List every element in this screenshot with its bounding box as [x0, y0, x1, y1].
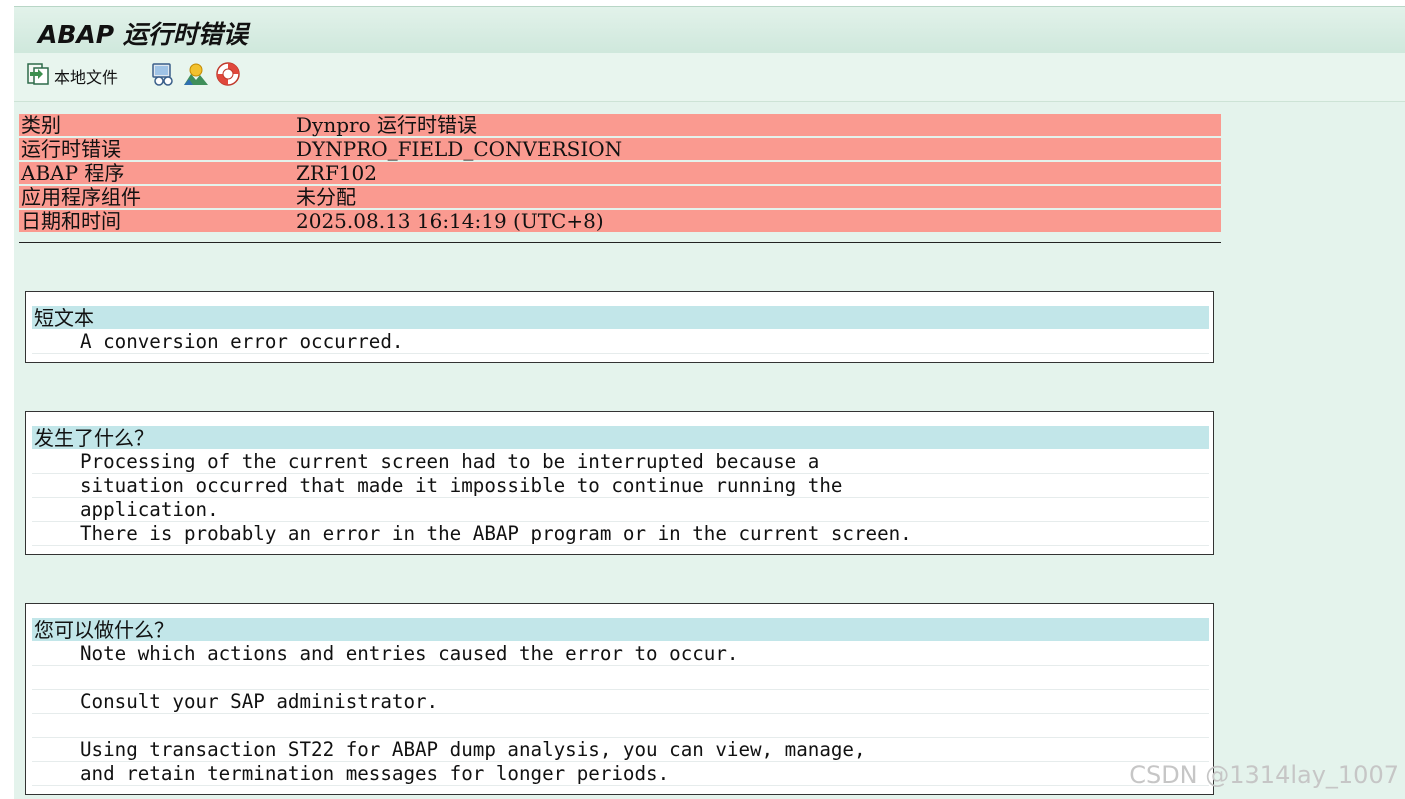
watermark: CSDN @1314lay_1007 — [1129, 761, 1399, 789]
section-line: Consult your SAP administrator. — [32, 690, 1209, 714]
header-value: 未分配 — [296, 185, 356, 209]
debugger-icon — [150, 61, 176, 91]
landscape-picture-icon — [183, 61, 209, 91]
section-line-text: A conversion error occurred. — [80, 330, 404, 353]
help-button[interactable] — [215, 61, 241, 91]
section-line: and retain termination messages for long… — [32, 762, 1209, 786]
header-divider — [19, 242, 1221, 243]
section-line: Processing of the current screen had to … — [32, 450, 1209, 474]
section-line: application. — [32, 498, 1209, 522]
section-line-text: situation occurred that made it impossib… — [80, 474, 843, 497]
section-line-text: Processing of the current screen had to … — [80, 450, 820, 473]
page-title: ABAP 运行时错误 — [38, 20, 248, 49]
header-value: ZRF102 — [296, 161, 378, 185]
header-key: ABAP 程序 — [21, 161, 125, 185]
section-line-text: Consult your SAP administrator. — [80, 690, 439, 713]
section-line-text: Using transaction ST22 for ABAP dump ana… — [80, 738, 866, 761]
debug-button[interactable] — [150, 63, 176, 89]
section-heading-text: 您可以做什么？ — [34, 618, 174, 642]
section-what-can-you-do: 您可以做什么？ Note which actions and entries c… — [25, 603, 1214, 795]
section-line — [32, 714, 1209, 738]
section-line: Note which actions and entries caused th… — [32, 642, 1209, 666]
section-what-happened: 发生了什么？ Processing of the current screen … — [25, 411, 1214, 555]
display-image-button[interactable] — [183, 63, 209, 89]
section-line-text: and retain termination messages for long… — [80, 762, 670, 785]
section-line: Using transaction ST22 for ABAP dump ana… — [32, 738, 1209, 762]
section-line: situation occurred that made it impossib… — [32, 474, 1209, 498]
header-value: 2025.08.13 16:14:19 (UTC+8) — [296, 209, 604, 233]
section-heading: 发生了什么？ — [32, 426, 1209, 450]
window-frame — [0, 0, 14, 799]
help-lifebuoy-icon — [215, 61, 241, 91]
header-row-date-time: 日期和时间 2025.08.13 16:14:19 (UTC+8) — [19, 210, 1221, 232]
section-heading-text: 发生了什么？ — [34, 426, 154, 450]
header-key: 日期和时间 — [21, 209, 121, 233]
section-line: A conversion error occurred. — [32, 330, 1209, 354]
section-line-text: There is probably an error in the ABAP p… — [80, 522, 912, 545]
section-heading-text: 短文本 — [34, 306, 94, 330]
local-file-button[interactable]: 本地文件 — [26, 63, 118, 89]
header-row-category: 类别 Dynpro 运行时错误 — [19, 114, 1221, 136]
section-heading: 您可以做什么？ — [32, 618, 1209, 642]
header-row-application-component: 应用程序组件 未分配 — [19, 186, 1221, 208]
section-heading: 短文本 — [32, 306, 1209, 330]
header-key: 运行时错误 — [21, 137, 121, 161]
section-line — [32, 666, 1209, 690]
header-row-runtime-error: 运行时错误 DYNPRO_FIELD_CONVERSION — [19, 138, 1221, 160]
save-local-file-icon — [26, 62, 50, 90]
header-value: Dynpro 运行时错误 — [296, 113, 477, 137]
local-file-label: 本地文件 — [54, 68, 119, 87]
error-content: 类别 Dynpro 运行时错误 运行时错误 DYNPRO_FIELD_CONVE… — [14, 102, 1405, 799]
title-bar: ABAP 运行时错误 — [14, 6, 1405, 54]
toolbar: 本地文件 — [14, 53, 1405, 102]
header-key: 应用程序组件 — [21, 185, 141, 209]
header-value: DYNPRO_FIELD_CONVERSION — [296, 137, 623, 161]
section-line: There is probably an error in the ABAP p… — [32, 522, 1209, 546]
header-row-abap-program: ABAP 程序 ZRF102 — [19, 162, 1221, 184]
section-short-text: 短文本 A conversion error occurred. — [25, 291, 1214, 363]
section-line-text: application. — [80, 498, 219, 521]
header-key: 类别 — [21, 113, 61, 137]
error-header-table: 类别 Dynpro 运行时错误 运行时错误 DYNPRO_FIELD_CONVE… — [19, 114, 1221, 234]
section-line-text: Note which actions and entries caused th… — [80, 642, 739, 665]
